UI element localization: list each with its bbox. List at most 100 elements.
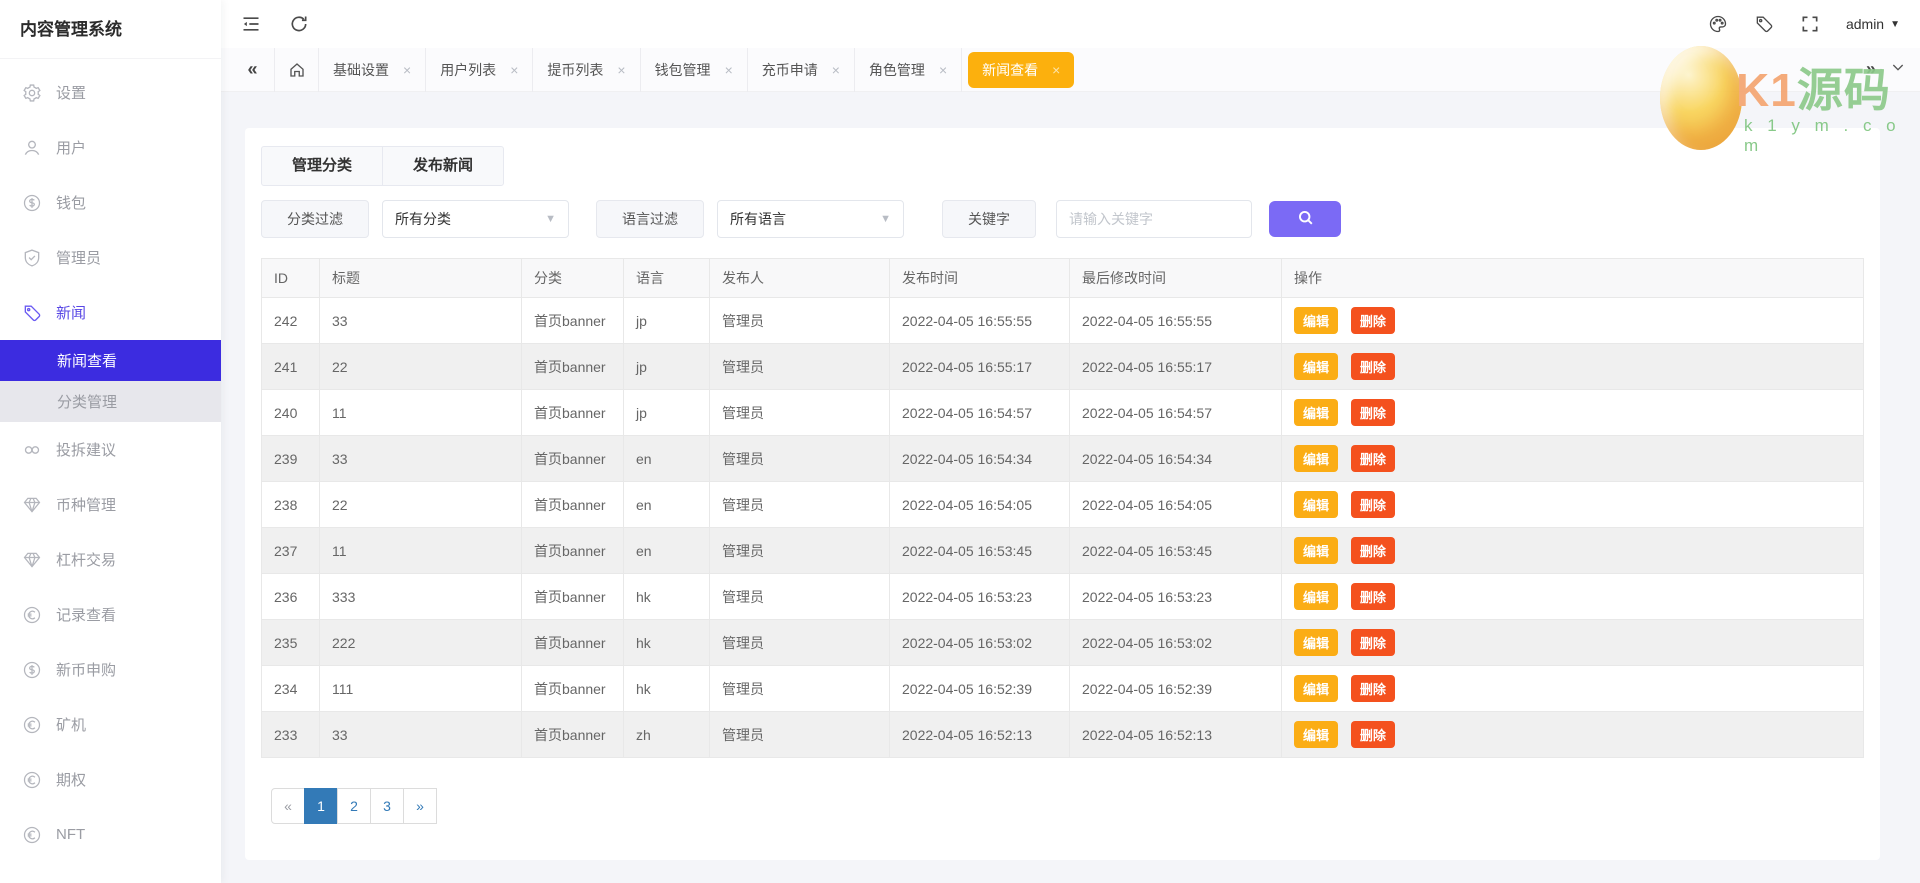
- delete-button[interactable]: 删除: [1351, 445, 1395, 472]
- edit-button[interactable]: 编辑: [1294, 675, 1338, 702]
- euro-circle-icon: [22, 605, 42, 625]
- delete-button[interactable]: 删除: [1351, 537, 1395, 564]
- tag-icon[interactable]: [1754, 14, 1774, 34]
- delete-button[interactable]: 删除: [1351, 399, 1395, 426]
- sidebar-item-label: 用户: [56, 137, 86, 158]
- delete-button[interactable]: 删除: [1351, 629, 1395, 656]
- close-icon[interactable]: ×: [510, 62, 518, 78]
- tab[interactable]: 用户列表 ×: [426, 48, 533, 92]
- delete-button[interactable]: 删除: [1351, 721, 1395, 748]
- tabs-scroll-left[interactable]: «: [231, 48, 275, 92]
- edit-button[interactable]: 编辑: [1294, 491, 1338, 518]
- tab[interactable]: 充币申请 ×: [748, 48, 855, 92]
- close-icon[interactable]: ×: [939, 62, 947, 78]
- cell-category: 首页banner: [522, 436, 624, 482]
- page-button[interactable]: «: [271, 788, 305, 824]
- cell-actions: 编辑 删除: [1282, 482, 1864, 528]
- close-icon[interactable]: ×: [832, 62, 840, 78]
- user-menu[interactable]: admin ▼: [1846, 16, 1900, 32]
- cell-publish-time: 2022-04-05 16:52:39: [890, 666, 1070, 712]
- close-icon[interactable]: ×: [1052, 62, 1060, 78]
- cell-category: 首页banner: [522, 712, 624, 758]
- sidebar-item-label: 投拆建议: [56, 439, 116, 460]
- tab[interactable]: 角色管理 ×: [855, 48, 962, 92]
- close-icon[interactable]: ×: [617, 62, 625, 78]
- sidebar-item[interactable]: 钱包: [0, 175, 221, 230]
- cell-category: 首页banner: [522, 620, 624, 666]
- edit-button[interactable]: 编辑: [1294, 537, 1338, 564]
- edit-button[interactable]: 编辑: [1294, 583, 1338, 610]
- palette-icon[interactable]: [1708, 14, 1728, 34]
- home-icon[interactable]: [275, 48, 319, 92]
- cell-publish-time: 2022-04-05 16:55:55: [890, 298, 1070, 344]
- table-row: 235 222 首页banner hk 管理员 2022-04-05 16:53…: [262, 620, 1864, 666]
- cell-publish-time: 2022-04-05 16:53:45: [890, 528, 1070, 574]
- edit-button[interactable]: 编辑: [1294, 721, 1338, 748]
- cell-actions: 编辑 删除: [1282, 620, 1864, 666]
- cell-modify-time: 2022-04-05 16:54:34: [1070, 436, 1282, 482]
- tab[interactable]: 钱包管理 ×: [641, 48, 748, 92]
- page-button[interactable]: »: [403, 788, 437, 824]
- sidebar-item[interactable]: 杠杆交易: [0, 532, 221, 587]
- sidebar-item[interactable]: 分类管理: [0, 381, 221, 422]
- page-button[interactable]: 2: [337, 788, 371, 824]
- keyword-label: 关键字: [942, 200, 1036, 238]
- sidebar-item[interactable]: 用户: [0, 120, 221, 175]
- edit-button[interactable]: 编辑: [1294, 629, 1338, 656]
- sidebar-item-label: 新币申购: [56, 659, 116, 680]
- edit-button[interactable]: 编辑: [1294, 399, 1338, 426]
- language-select[interactable]: 所有语言 ▼: [717, 200, 904, 238]
- cell-actions: 编辑 删除: [1282, 390, 1864, 436]
- sidebar-item[interactable]: 币种管理: [0, 477, 221, 532]
- keyword-input[interactable]: [1056, 200, 1252, 238]
- page-button[interactable]: 3: [370, 788, 404, 824]
- cell-publish-time: 2022-04-05 16:54:05: [890, 482, 1070, 528]
- fullscreen-icon[interactable]: [1800, 14, 1820, 34]
- cell-language: hk: [624, 666, 710, 712]
- tabs-scroll-right[interactable]: »: [1866, 59, 1876, 80]
- tabs-menu-icon[interactable]: [1890, 59, 1906, 80]
- sidebar-item[interactable]: 新闻: [0, 285, 221, 340]
- cell-title: 33: [320, 436, 522, 482]
- delete-button[interactable]: 删除: [1351, 583, 1395, 610]
- close-icon[interactable]: ×: [403, 62, 411, 78]
- cell-category: 首页banner: [522, 482, 624, 528]
- sidebar-item[interactable]: 记录查看: [0, 587, 221, 642]
- delete-button[interactable]: 删除: [1351, 491, 1395, 518]
- publish-news-button[interactable]: 发布新闻: [382, 146, 504, 186]
- delete-button[interactable]: 删除: [1351, 675, 1395, 702]
- page-button[interactable]: 1: [304, 788, 338, 824]
- gear-icon: [22, 83, 42, 103]
- refresh-icon[interactable]: [289, 14, 309, 34]
- tab[interactable]: 新闻查看 ×: [968, 52, 1074, 88]
- menu-fold-icon[interactable]: [241, 14, 261, 34]
- sidebar-item[interactable]: 新币申购: [0, 642, 221, 697]
- search-button[interactable]: [1269, 201, 1341, 237]
- cell-language: jp: [624, 344, 710, 390]
- edit-button[interactable]: 编辑: [1294, 445, 1338, 472]
- delete-button[interactable]: 删除: [1351, 353, 1395, 380]
- cell-publisher: 管理员: [710, 298, 890, 344]
- sidebar-item[interactable]: 矿机: [0, 697, 221, 752]
- cell-publish-time: 2022-04-05 16:54:57: [890, 390, 1070, 436]
- cell-title: 333: [320, 574, 522, 620]
- cell-language: en: [624, 436, 710, 482]
- dollar-circle-icon: [22, 660, 42, 680]
- close-icon[interactable]: ×: [725, 62, 733, 78]
- delete-button[interactable]: 删除: [1351, 307, 1395, 334]
- tab[interactable]: 提币列表 ×: [533, 48, 640, 92]
- category-select[interactable]: 所有分类 ▼: [382, 200, 569, 238]
- tab[interactable]: 基础设置 ×: [319, 48, 426, 92]
- user-icon: [22, 138, 42, 158]
- sidebar-item[interactable]: 投拆建议: [0, 422, 221, 477]
- sidebar-item-label: 管理员: [56, 247, 101, 268]
- sidebar-item[interactable]: 管理员: [0, 230, 221, 285]
- edit-button[interactable]: 编辑: [1294, 353, 1338, 380]
- shield-check-icon: [22, 248, 42, 268]
- sidebar-item[interactable]: NFT: [0, 807, 221, 862]
- sidebar-item[interactable]: 期权: [0, 752, 221, 807]
- manage-category-button[interactable]: 管理分类: [261, 146, 383, 186]
- sidebar-item[interactable]: 新闻查看: [0, 340, 221, 381]
- edit-button[interactable]: 编辑: [1294, 307, 1338, 334]
- sidebar-item[interactable]: 设置: [0, 65, 221, 120]
